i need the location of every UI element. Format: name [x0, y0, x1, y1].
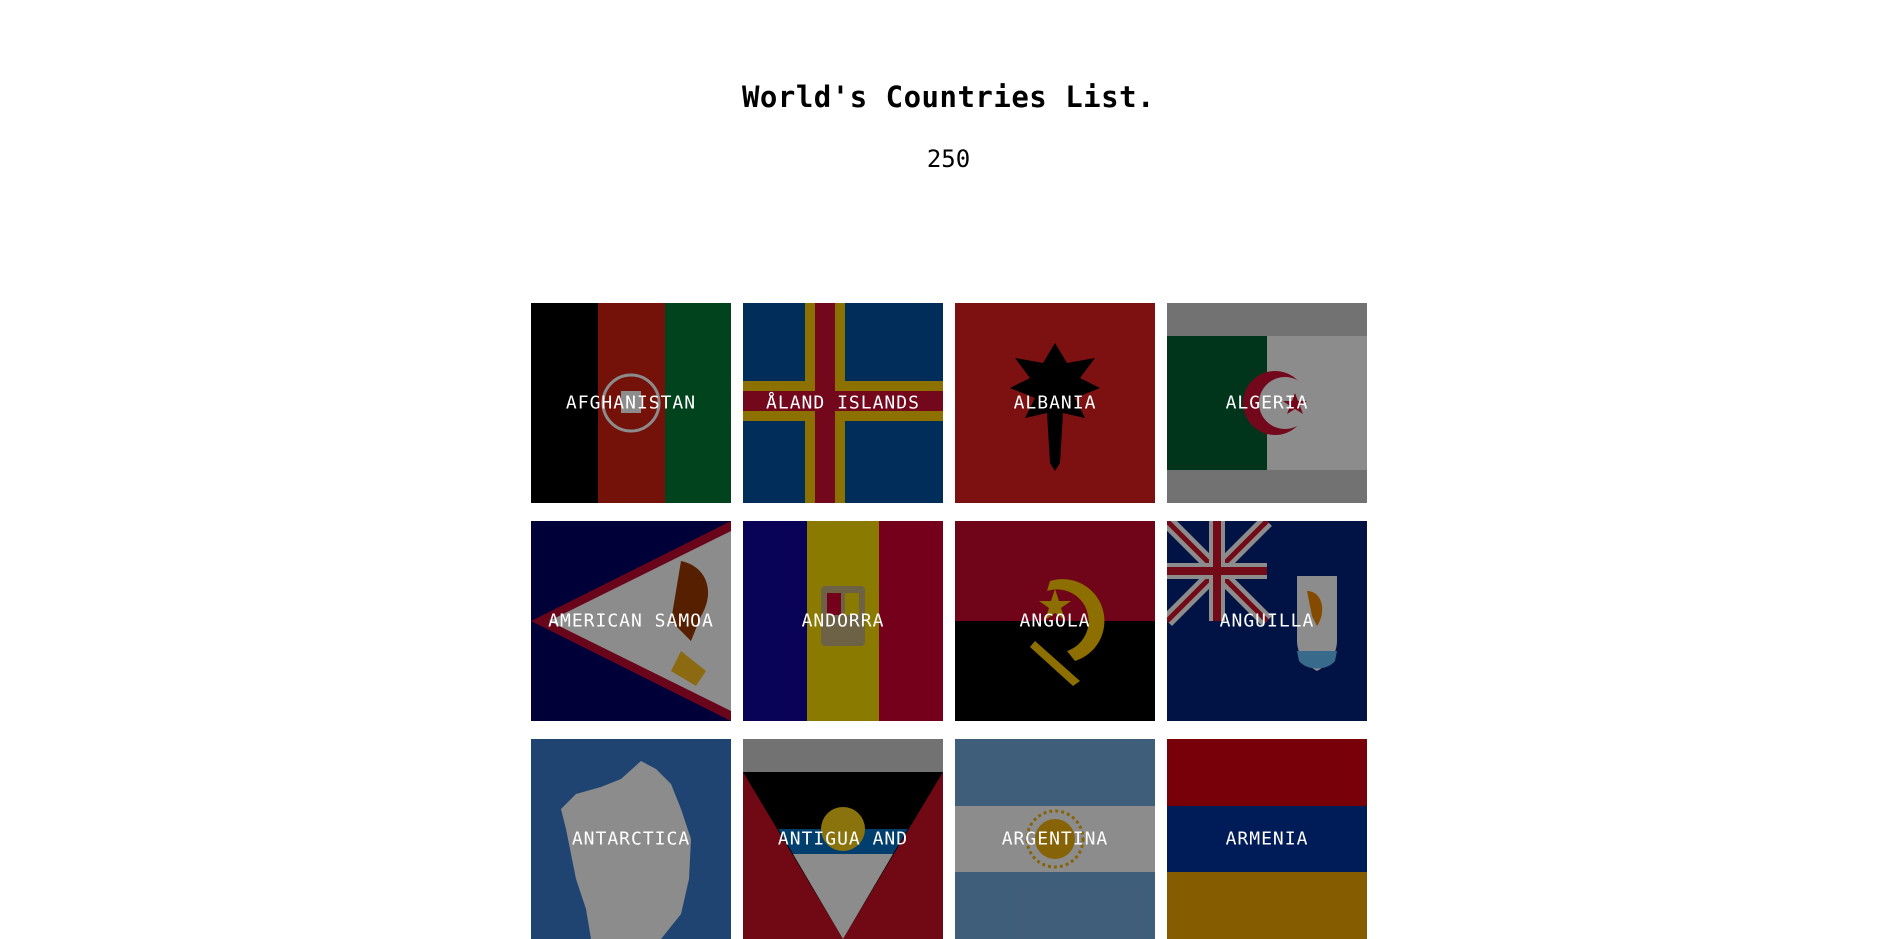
country-card-afghanistan[interactable]: Afghanistan	[531, 303, 731, 503]
page-title: World's Countries List.	[741, 80, 1156, 114]
country-name: American Samoa	[548, 610, 714, 632]
country-card-albania[interactable]: Albania	[955, 303, 1155, 503]
country-card-anguilla[interactable]: Anguilla	[1167, 521, 1367, 721]
country-name: Antigua and	[777, 828, 909, 850]
country-name: Åland Islands	[766, 392, 920, 414]
country-card-angola[interactable]: Angola	[955, 521, 1155, 721]
country-name: Afghanistan	[565, 392, 697, 414]
country-name: Algeria	[1225, 392, 1309, 414]
country-card-armenia[interactable]: Armenia	[1167, 739, 1367, 939]
country-card-argentina[interactable]: Argentina	[955, 739, 1155, 939]
country-count: 250	[926, 145, 971, 173]
country-name: Albania	[1013, 392, 1097, 414]
country-card-aland-islands[interactable]: Åland Islands	[743, 303, 943, 503]
country-card-american-samoa[interactable]: American Samoa	[531, 521, 731, 721]
country-name: Antarctica	[571, 828, 691, 850]
country-name: Argentina	[1001, 828, 1109, 850]
country-card-antigua-and-barbuda[interactable]: Antigua and	[743, 739, 943, 939]
country-name: Armenia	[1225, 828, 1309, 850]
country-card-algeria[interactable]: Algeria	[1167, 303, 1367, 503]
country-grid: Afghanistan Åland Islands Albania	[531, 303, 1367, 939]
country-name: Angola	[1019, 610, 1091, 632]
country-card-andorra[interactable]: Andorra	[743, 521, 943, 721]
country-card-antarctica[interactable]: Antarctica	[531, 739, 731, 939]
country-name: Andorra	[801, 610, 885, 632]
country-name: Anguilla	[1219, 610, 1315, 632]
